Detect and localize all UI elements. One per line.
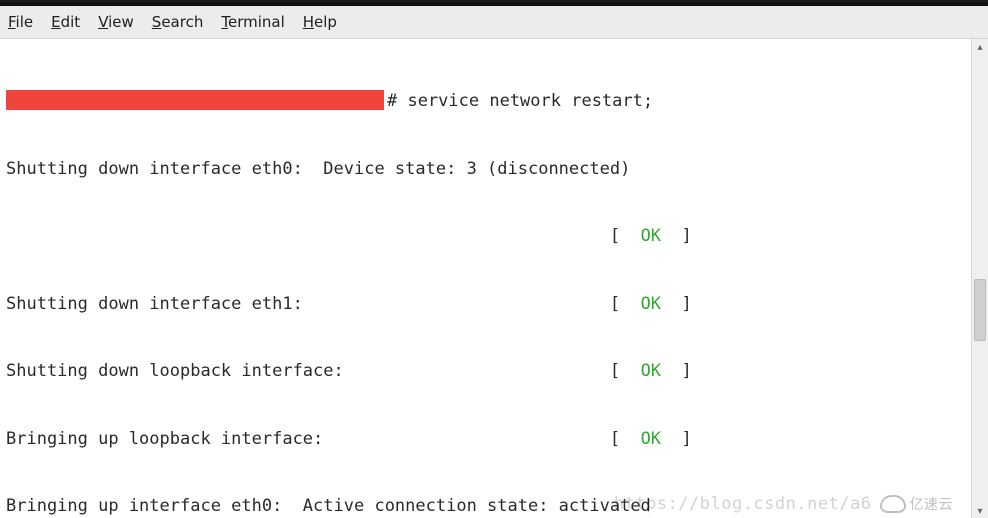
- vertical-scrollbar[interactable]: ▴ ▾: [971, 39, 988, 518]
- prompt-line-1: # service network restart;: [6, 90, 971, 113]
- scroll-up-button[interactable]: ▴: [972, 39, 988, 55]
- output-line: Shutting down interface eth0: Device sta…: [6, 158, 971, 181]
- output-line: Shutting down loopback interface: [ OK ]: [6, 360, 971, 383]
- command-text: # service network restart;: [387, 91, 653, 111]
- menu-terminal[interactable]: Terminal: [221, 13, 284, 31]
- scroll-thumb[interactable]: [974, 279, 986, 341]
- scroll-down-button[interactable]: ▾: [972, 503, 988, 518]
- terminal-output[interactable]: # service network restart; Shutting down…: [0, 39, 971, 518]
- menu-view[interactable]: View: [98, 13, 134, 31]
- menu-search[interactable]: Search: [152, 13, 204, 31]
- status-line: [ OK ]: [6, 225, 971, 248]
- output-line: Bringing up loopback interface: [ OK ]: [6, 428, 971, 451]
- output-line: Bringing up interface eth0: Active conne…: [6, 495, 971, 518]
- menu-file[interactable]: File: [8, 13, 33, 31]
- status-ok: OK: [641, 294, 661, 314]
- output-line: Shutting down interface eth1: [ OK ]: [6, 293, 971, 316]
- terminal-window: File Edit View Search Terminal Help # se…: [0, 0, 988, 518]
- menubar: File Edit View Search Terminal Help: [0, 6, 988, 39]
- status-ok: OK: [641, 429, 661, 449]
- redacted-hostname: [6, 90, 384, 110]
- status-ok: OK: [641, 361, 661, 381]
- menu-edit[interactable]: Edit: [51, 13, 80, 31]
- menu-help[interactable]: Help: [303, 13, 337, 31]
- status-ok: OK: [641, 226, 661, 246]
- content-area: # service network restart; Shutting down…: [0, 39, 988, 518]
